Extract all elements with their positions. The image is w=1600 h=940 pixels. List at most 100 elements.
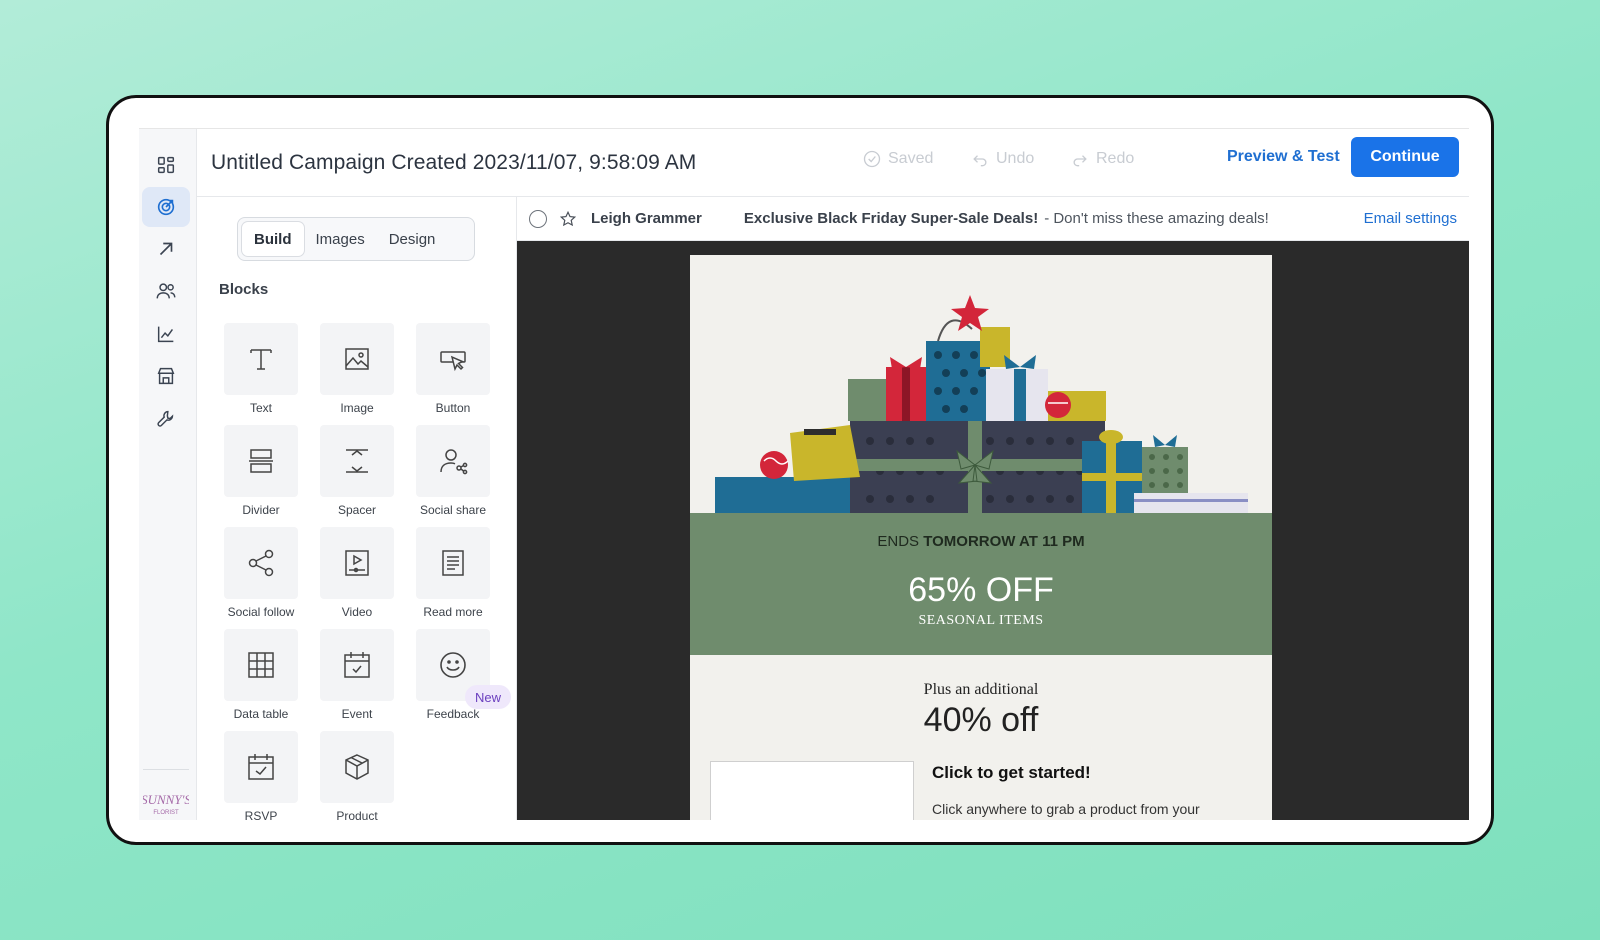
email-body[interactable]: ENDS TOMORROW AT 11 PM 65% OFF SEASONAL … <box>690 255 1272 820</box>
data-table-icon <box>248 652 274 678</box>
block-label: Data table <box>233 707 289 721</box>
builder-tabs: Build Images Design <box>237 217 475 261</box>
video-icon <box>345 550 369 576</box>
block-social-follow[interactable]: Social follow <box>213 527 309 623</box>
svg-text:FLORIST: FLORIST <box>153 810 179 816</box>
discount-headline: 65% OFF <box>908 571 1054 609</box>
brand-logo: SUNNY'S FLORIST <box>141 787 191 817</box>
block-video[interactable]: Video <box>309 527 405 623</box>
block-read-more[interactable]: Read more <box>405 527 501 623</box>
block-tile <box>320 629 394 701</box>
block-label: Social follow <box>227 605 295 619</box>
block-tile <box>224 629 298 701</box>
block-tile <box>320 731 394 803</box>
block-spacer[interactable]: Spacer <box>309 425 405 521</box>
block-event[interactable]: Event <box>309 629 405 725</box>
block-data-table[interactable]: Data table <box>213 629 309 725</box>
block-label: Button <box>435 401 471 415</box>
cta-title: Click to get started! <box>932 763 1091 782</box>
continue-button[interactable]: Continue <box>1351 137 1459 177</box>
block-tile <box>416 323 490 395</box>
block-label: RSVP <box>244 809 278 820</box>
block-tile <box>224 323 298 395</box>
email-header-strip: Leigh Grammer Exclusive Black Friday Sup… <box>517 197 1469 241</box>
redo-button[interactable]: Redo <box>1070 147 1134 171</box>
device-frame: SUNNY'S FLORIST Untitled Campaign Create… <box>106 95 1494 845</box>
undo-button[interactable]: Undo <box>970 147 1034 171</box>
product-placeholder[interactable] <box>710 761 914 820</box>
block-label: Divider <box>242 503 280 517</box>
rail-divider <box>143 769 189 770</box>
check-circle-icon <box>863 150 881 168</box>
new-badge: New <box>465 685 512 709</box>
dashboard-icon[interactable] <box>142 145 190 185</box>
undo-icon <box>973 155 987 167</box>
block-tile <box>224 425 298 497</box>
event-icon <box>344 652 370 678</box>
blocks-heading: Blocks <box>219 281 269 298</box>
saved-status: Saved <box>862 147 933 171</box>
left-nav-rail: SUNNY'S FLORIST <box>139 129 197 820</box>
automations-arrow-icon[interactable] <box>142 229 190 269</box>
top-bar: Untitled Campaign Created 2023/11/07, 9:… <box>197 129 1469 197</box>
email-preview-text: - Don't miss these amazing deals! <box>1044 210 1269 227</box>
gift-boxes-hero-image[interactable] <box>690 255 1272 513</box>
builder-panel: Build Images Design Blocks Text Image Bu… <box>197 197 517 820</box>
divider-icon <box>249 449 273 473</box>
svg-text:SUNNY'S: SUNNY'S <box>143 792 189 807</box>
image-icon <box>345 348 369 370</box>
email-settings-link[interactable]: Email settings <box>1364 210 1457 227</box>
spacer-icon <box>346 449 368 473</box>
feedback-icon <box>440 652 466 678</box>
cta-body: Click anywhere to grab a product from yo… <box>932 801 1200 817</box>
block-tile <box>320 425 394 497</box>
undo-label: Undo <box>996 150 1035 167</box>
preview-test-dropdown[interactable]: Preview & Test <box>1227 145 1362 169</box>
block-rsvp[interactable]: RSVP <box>213 731 309 820</box>
store-icon[interactable] <box>142 356 190 396</box>
block-tile <box>224 527 298 599</box>
block-label: Text <box>249 401 272 415</box>
tab-build[interactable]: Build <box>242 222 304 256</box>
ends-prefix: ENDS <box>877 533 924 550</box>
block-label: Read more <box>423 605 483 619</box>
block-label: Image <box>340 401 374 415</box>
select-circle-icon[interactable] <box>529 209 547 228</box>
tab-design[interactable]: Design <box>377 222 448 256</box>
block-label: Social share <box>419 503 487 517</box>
block-image[interactable]: Image <box>309 323 405 419</box>
analytics-chart-icon[interactable] <box>142 314 190 354</box>
block-social-share[interactable]: Social share <box>405 425 501 521</box>
social-follow-icon <box>248 549 274 577</box>
ends-text: ENDS TOMORROW AT 11 PM <box>690 533 1272 550</box>
block-text[interactable]: Text <box>213 323 309 419</box>
integrations-wrench-icon[interactable] <box>142 399 190 439</box>
block-label: Event <box>341 707 373 721</box>
redo-icon <box>1073 155 1087 167</box>
block-tile <box>320 323 394 395</box>
tab-images[interactable]: Images <box>304 222 377 256</box>
redo-label: Redo <box>1096 150 1135 167</box>
block-label: Feedback <box>426 707 480 721</box>
star-icon[interactable] <box>559 210 577 228</box>
block-tile <box>416 425 490 497</box>
sunnys-logo-icon: SUNNY'S FLORIST <box>143 792 189 816</box>
block-product[interactable]: Product <box>309 731 405 820</box>
block-label: Video <box>341 605 373 619</box>
product-icon <box>345 754 369 780</box>
rsvp-icon <box>248 754 274 780</box>
saved-label: Saved <box>888 150 934 167</box>
email-canvas: ENDS TOMORROW AT 11 PM 65% OFF SEASONAL … <box>517 241 1469 820</box>
audience-people-icon[interactable] <box>142 271 190 311</box>
ends-time: TOMORROW AT 11 PM <box>923 533 1085 550</box>
campaigns-target-icon[interactable] <box>142 187 190 227</box>
email-subject: Exclusive Black Friday Super-Sale Deals! <box>743 210 1039 227</box>
block-button[interactable]: Button <box>405 323 501 419</box>
button-icon <box>440 351 466 372</box>
block-feedback[interactable]: Feedback <box>405 629 501 725</box>
block-divider[interactable]: Divider <box>213 425 309 521</box>
campaign-title[interactable]: Untitled Campaign Created 2023/11/07, 9:… <box>211 151 696 175</box>
block-tile <box>320 527 394 599</box>
sale-banner[interactable]: ENDS TOMORROW AT 11 PM 65% OFF SEASONAL … <box>690 513 1272 655</box>
sender-name: Leigh Grammer <box>591 210 702 227</box>
